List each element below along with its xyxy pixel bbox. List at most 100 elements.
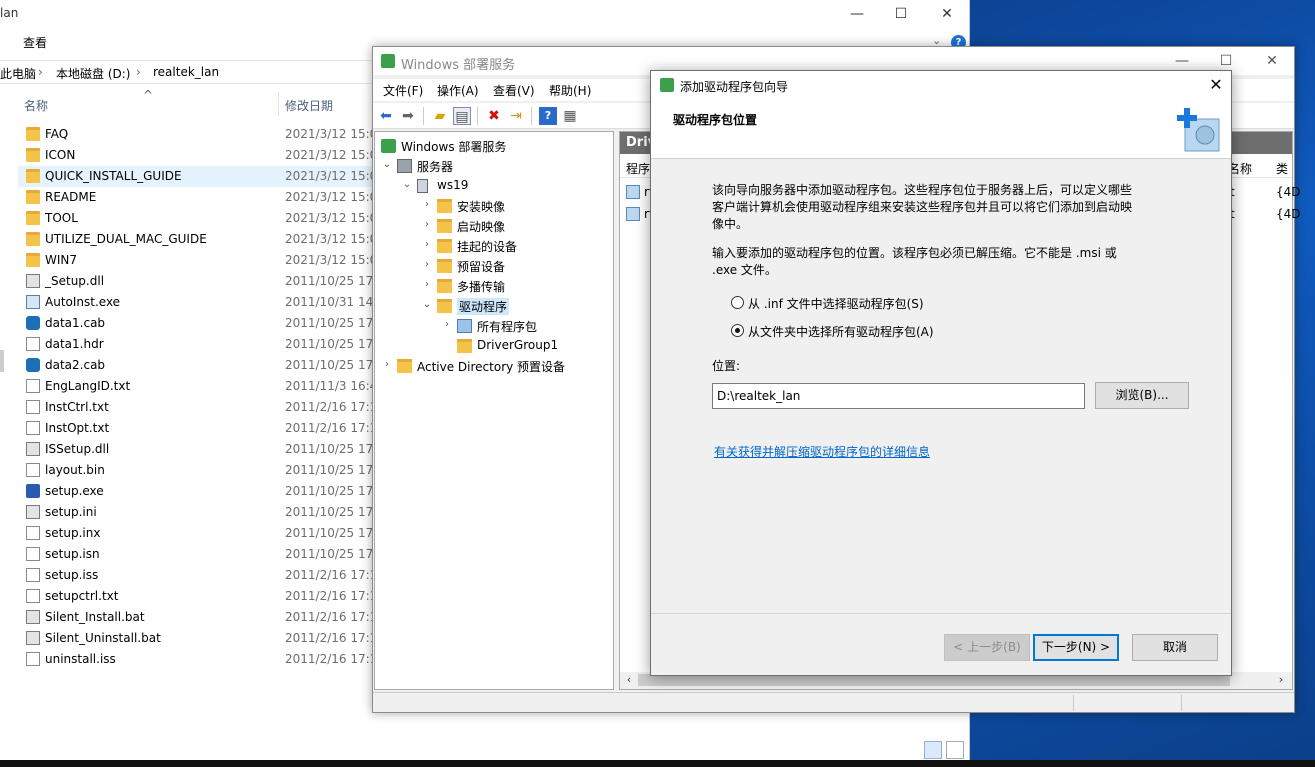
file-list-item[interactable]: ISSetup.dll 2011/10/25 17:	[18, 439, 372, 460]
column-name[interactable]: 名称	[24, 97, 48, 114]
file-name: setup.inx	[45, 526, 101, 540]
minimize-icon[interactable]: —	[834, 0, 880, 28]
file-list-item[interactable]: setup.inx 2011/10/25 17:	[18, 523, 372, 544]
location-input[interactable]	[712, 383, 1085, 409]
chevron-right-icon[interactable]: ›	[421, 239, 433, 250]
file-list-item[interactable]: uninstall.iss 2011/2/16 17:1	[18, 649, 372, 670]
export-icon[interactable]: ⇥	[507, 107, 525, 125]
tree-label: DriverGroup1	[477, 338, 559, 352]
next-button[interactable]: 下一步(N) >	[1033, 634, 1119, 661]
explorer-title: lan	[0, 6, 19, 20]
file-date: 2011/10/25 17:	[285, 526, 372, 540]
file-icon	[26, 421, 40, 435]
chevron-right-icon[interactable]: ›	[421, 199, 433, 210]
file-name: setup.iss	[45, 568, 99, 582]
scroll-left-icon[interactable]: ‹	[622, 673, 636, 687]
maximize-icon[interactable]: ☐	[878, 0, 924, 28]
delete-icon[interactable]: ✖	[485, 107, 503, 125]
file-list-item[interactable]: FAQ 2021/3/12 15:0	[18, 124, 372, 145]
column-modified-date[interactable]: 修改日期	[285, 97, 333, 114]
file-list-item[interactable]: ICON 2021/3/12 15:0	[18, 145, 372, 166]
file-list-item[interactable]: _Setup.dll 2011/10/25 17:	[18, 271, 372, 292]
details-link[interactable]: 有关获得并解压缩驱动程序包的详细信息	[714, 443, 930, 460]
file-list-item[interactable]: setup.ini 2011/10/25 17:	[18, 502, 372, 523]
file-list-item[interactable]: setup.isn 2011/10/25 17:	[18, 544, 372, 565]
properties-icon[interactable]: ▦	[561, 107, 579, 125]
large-icons-view-icon[interactable]	[946, 741, 964, 759]
file-list-item[interactable]: README 2021/3/12 15:0	[18, 187, 372, 208]
add-driver-package-wizard: 添加驱动程序包向导 ✕ 驱动程序包位置 该向导向服务器中添加驱动程序包。这些程序…	[650, 70, 1232, 676]
toolbar-separator	[423, 107, 424, 125]
chevron-right-icon[interactable]: ›	[381, 359, 393, 370]
breadcrumb-this-pc[interactable]: 此电脑	[0, 65, 36, 82]
chevron-down-icon[interactable]: ⌄	[381, 159, 393, 170]
file-list-item[interactable]: InstOpt.txt 2011/2/16 17:1	[18, 418, 372, 439]
cab-icon	[26, 316, 40, 330]
file-date: 2011/2/16 17:1	[285, 568, 372, 582]
column-type[interactable]: 类	[1276, 160, 1288, 177]
file-list-item[interactable]: WIN7 2021/3/12 15:0	[18, 250, 372, 271]
file-list-item[interactable]: layout.bin 2011/10/25 17:	[18, 460, 372, 481]
details-view-icon[interactable]	[924, 741, 942, 759]
back-arrow-icon[interactable]: ⬅	[377, 107, 395, 125]
file-name: WIN7	[45, 253, 78, 267]
chevron-right-icon[interactable]: ›	[421, 259, 433, 270]
chevron-down-icon[interactable]: ⌄	[401, 179, 413, 190]
file-list-item[interactable]: QUICK_INSTALL_GUIDE 2021/3/12 15:0	[18, 166, 372, 187]
chevron-right-icon[interactable]: ›	[421, 219, 433, 230]
file-list-item[interactable]: AutoInst.exe 2011/10/31 14:	[18, 292, 372, 313]
column-program[interactable]: 程序	[626, 160, 650, 177]
file-list-item[interactable]: data2.cab 2011/10/25 17:	[18, 355, 372, 376]
show-hide-tree-icon[interactable]: ▤	[453, 107, 471, 125]
up-folder-icon[interactable]: ▰	[431, 107, 449, 125]
toolbar-separator	[531, 107, 532, 125]
file-name: README	[45, 190, 97, 204]
menu-help[interactable]: 帮助(H)	[549, 82, 591, 99]
help-icon[interactable]: ?	[539, 107, 557, 125]
file-list-item[interactable]: setup.exe 2011/10/25 17:	[18, 481, 372, 502]
file-list-item[interactable]: data1.hdr 2011/10/25 17:	[18, 334, 372, 355]
file-name: InstCtrl.txt	[45, 400, 109, 414]
scroll-right-icon[interactable]: ›	[1274, 673, 1288, 687]
breadcrumb-drive[interactable]: 本地磁盘 (D:)	[56, 65, 130, 82]
tree-label: 所有程序包	[477, 320, 538, 334]
file-list-item[interactable]: TOOL 2021/3/12 15:0	[18, 208, 372, 229]
close-icon[interactable]: ✕	[1205, 74, 1227, 96]
file-list-item[interactable]: data1.cab 2011/10/25 17:	[18, 313, 372, 334]
folder-icon	[26, 232, 40, 246]
browse-button[interactable]: 浏览(B)...	[1095, 382, 1189, 409]
wizard-page-title: 驱动程序包位置	[673, 113, 758, 127]
file-list-item[interactable]: setupctrl.txt 2011/2/16 17:1	[18, 586, 372, 607]
menu-view[interactable]: 查看(V)	[493, 82, 535, 99]
close-icon[interactable]: ✕	[1249, 47, 1295, 75]
chevron-right-icon[interactable]: ›	[441, 319, 453, 330]
status-divider	[1073, 695, 1074, 711]
chevron-down-icon[interactable]: ⌄	[421, 299, 433, 310]
dll-icon	[26, 274, 40, 288]
file-list-item[interactable]: UTILIZE_DUAL_MAC_GUIDE 2021/3/12 15:0	[18, 229, 372, 250]
exe-icon	[26, 295, 40, 309]
forward-arrow-icon[interactable]: ➡	[399, 107, 417, 125]
cancel-button[interactable]: 取消	[1132, 634, 1218, 661]
menu-action[interactable]: 操作(A)	[437, 82, 479, 99]
file-date: 2011/10/31 14:	[285, 295, 372, 309]
wizard-title-bar: 添加驱动程序包向导 ✕	[651, 71, 1231, 99]
chevron-right-icon[interactable]: ›	[421, 279, 433, 290]
breadcrumb-folder[interactable]: realtek_lan	[153, 65, 219, 79]
back-button[interactable]: < 上一步(B)	[944, 634, 1030, 661]
file-list-item[interactable]: setup.iss 2011/2/16 17:1	[18, 565, 372, 586]
toolbar-separator	[477, 107, 478, 125]
file-list-item[interactable]: Silent_Install.bat 2011/2/16 17:1	[18, 607, 372, 628]
menu-file[interactable]: 文件(F)	[383, 82, 423, 99]
file-name: setup.exe	[45, 484, 104, 498]
column-divider[interactable]	[278, 92, 279, 116]
file-date: 2011/10/25 17:	[285, 442, 372, 456]
radio-circle-selected[interactable]	[731, 324, 744, 337]
ribbon-tab-view[interactable]: 查看	[23, 34, 47, 51]
close-icon[interactable]: ✕	[924, 0, 970, 28]
file-list-item[interactable]: EngLangID.txt 2011/11/3 16:4	[18, 376, 372, 397]
file-list-item[interactable]: InstCtrl.txt 2011/2/16 17:1	[18, 397, 372, 418]
file-list-item[interactable]: Silent_Uninstall.bat 2011/2/16 17:1	[18, 628, 372, 649]
file-date: 2011/2/16 17:1	[285, 400, 372, 414]
radio-circle[interactable]	[731, 296, 744, 309]
